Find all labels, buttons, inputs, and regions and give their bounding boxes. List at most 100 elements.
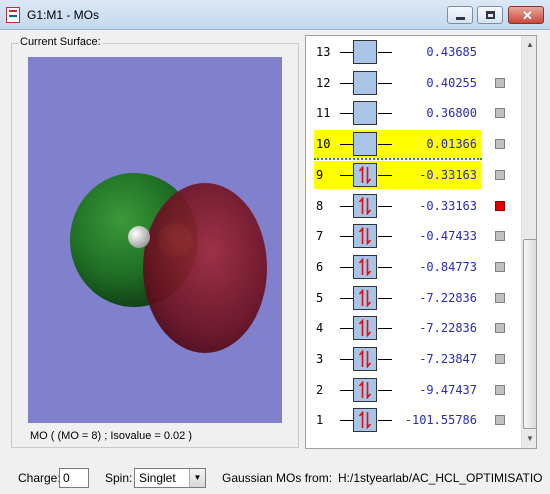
orbital-box[interactable] — [353, 408, 377, 433]
surface-checkbox[interactable] — [495, 292, 505, 303]
orbital-energy: -7.23847 — [419, 352, 477, 366]
orbital-number: 3 — [316, 352, 324, 366]
minimize-button[interactable] — [447, 6, 473, 24]
level-line — [340, 113, 353, 115]
level-line — [340, 297, 353, 299]
electron-pair-icon — [358, 288, 372, 307]
level-line — [378, 205, 392, 207]
electron-pair-icon — [358, 165, 372, 184]
close-icon: ✕ — [522, 8, 533, 23]
scroll-down-icon[interactable]: ▼ — [522, 430, 536, 447]
orbital-energy: -0.47433 — [419, 229, 477, 244]
maximize-button[interactable] — [477, 6, 503, 24]
level-line — [378, 266, 392, 268]
orbital-box[interactable] — [353, 285, 377, 310]
orbital-row[interactable]: 7 -0.47433 — [306, 221, 521, 251]
orbital-box[interactable] — [353, 316, 377, 341]
orbital-row[interactable]: 8 -0.33163 — [306, 191, 521, 221]
orbital-row[interactable]: 6 -0.84773 — [306, 252, 521, 282]
orbital-row[interactable]: 13 0.43685 — [306, 37, 521, 67]
orbital-box[interactable] — [353, 254, 377, 279]
orbital-row[interactable]: 12 0.40255 — [306, 68, 521, 98]
orbital-row[interactable]: 3 -7.23847 — [306, 344, 521, 374]
electron-pair-icon — [358, 350, 372, 368]
level-line — [378, 144, 392, 146]
level-line — [340, 205, 353, 207]
orbital-box[interactable] — [353, 347, 377, 371]
minimize-icon — [456, 17, 465, 20]
app-icon[interactable] — [6, 7, 20, 23]
orbital-row[interactable]: 1 -101.55786 — [306, 405, 521, 435]
orbital-energy: -101.55786 — [404, 413, 477, 428]
homo-lumo-divider — [314, 158, 482, 160]
scroll-thumb[interactable] — [523, 239, 536, 429]
level-line — [340, 389, 353, 391]
charge-input[interactable] — [59, 468, 89, 488]
orbital-box[interactable] — [353, 193, 377, 218]
level-line — [378, 113, 392, 115]
level-line — [378, 297, 392, 299]
electron-pair-icon — [358, 319, 372, 338]
surface-checkbox[interactable] — [495, 139, 505, 150]
vertical-scrollbar[interactable]: ▲ ▼ — [521, 36, 536, 448]
surface-checkbox[interactable] — [495, 231, 505, 242]
scroll-up-icon[interactable]: ▲ — [522, 36, 536, 53]
level-line — [340, 328, 353, 330]
orbital-energy: -9.47437 — [419, 382, 477, 397]
level-line — [378, 328, 392, 330]
orbital-energy: 0.36800 — [426, 106, 477, 121]
orbital-row[interactable]: 4 -7.22836 — [306, 313, 521, 343]
orbital-box[interactable] — [353, 101, 377, 126]
maximize-icon — [486, 11, 495, 19]
surface-checkbox[interactable] — [495, 323, 505, 334]
electron-pair-icon — [358, 196, 372, 215]
level-line — [378, 420, 392, 422]
orbital-box[interactable] — [353, 40, 377, 64]
orbital-energy: 0.01366 — [426, 137, 477, 152]
orbital-row[interactable]: 5 -7.22836 — [306, 283, 521, 313]
orbital-number: 8 — [316, 198, 324, 213]
surface-checkbox[interactable] — [495, 415, 505, 426]
orbital-energy: 0.40255 — [426, 75, 477, 90]
orbital-number: 1 — [316, 413, 324, 428]
orbital-box[interactable] — [353, 70, 377, 95]
level-line — [340, 359, 353, 360]
orbital-energy: -0.33163 — [419, 167, 477, 182]
close-button[interactable]: ✕ — [508, 6, 544, 24]
level-line — [378, 389, 392, 391]
surface-checkbox[interactable] — [495, 261, 505, 272]
surface-selected-checkbox[interactable] — [495, 200, 505, 211]
surface-checkbox[interactable] — [495, 354, 505, 364]
hydrogen-atom — [128, 226, 150, 248]
orbital-row[interactable]: 11 0.36800 — [306, 98, 521, 128]
spin-value: Singlet — [139, 471, 176, 485]
orbital-render — [70, 173, 267, 353]
orbital-row[interactable]: 9 -0.33163 — [306, 160, 521, 190]
mo-list[interactable]: 13 0.43685 12 0.40255 11 0.36800 10 0.01366 9 -0.… — [305, 35, 537, 449]
level-line — [340, 174, 353, 176]
surface-checkbox[interactable] — [495, 169, 505, 180]
orbital-box[interactable] — [353, 162, 377, 187]
electron-pair-icon — [358, 227, 372, 246]
orbital-energy: -7.22836 — [419, 290, 477, 305]
level-line — [378, 82, 392, 84]
orbital-number: 9 — [316, 167, 324, 182]
orbital-box[interactable] — [353, 132, 377, 157]
chevron-down-icon[interactable]: ▼ — [189, 469, 205, 487]
spin-select[interactable]: Singlet ▼ — [134, 468, 206, 488]
orbital-row[interactable]: 2 -9.47437 — [306, 375, 521, 405]
spin-label: Spin: — [105, 471, 133, 485]
orbital-box[interactable] — [353, 224, 377, 249]
surface-checkbox[interactable] — [495, 77, 505, 88]
title-bar: G1:M1 - MOs ✕ — [0, 0, 550, 30]
orbital-box[interactable] — [353, 377, 377, 402]
surface-checkbox[interactable] — [495, 108, 505, 119]
orbital-viewport[interactable] — [28, 57, 282, 423]
orbital-number: 13 — [316, 45, 331, 59]
electron-pair-icon — [358, 380, 372, 399]
surface-checkbox[interactable] — [495, 384, 505, 395]
orbital-number: 10 — [316, 137, 331, 152]
level-line — [340, 52, 353, 53]
orbital-row[interactable]: 10 0.01366 — [306, 129, 521, 159]
level-line — [378, 236, 392, 238]
